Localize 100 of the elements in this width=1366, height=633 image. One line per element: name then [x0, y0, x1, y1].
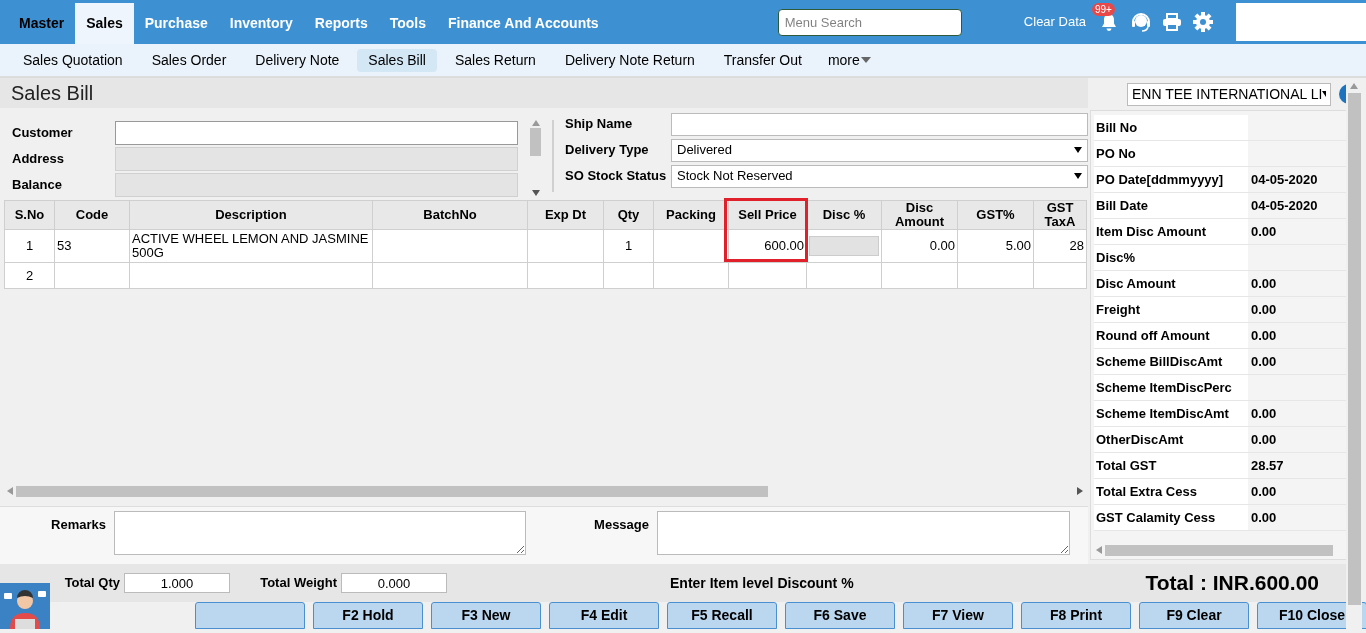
submenu-tab[interactable]: Sales Order — [140, 48, 238, 72]
menu-tab[interactable]: Sales — [75, 3, 134, 44]
submenu-tab[interactable]: Sales Return — [443, 48, 547, 72]
summary-label: Item Disc Amount — [1094, 219, 1248, 244]
notification-badge: 99+ — [1092, 3, 1115, 16]
column-header: BatchNo — [372, 200, 528, 230]
summary-label: Total GST — [1094, 453, 1248, 478]
summary-label: Freight — [1094, 297, 1248, 322]
hint-text: Enter Item level Discount % — [670, 573, 854, 593]
text-area[interactable] — [657, 511, 1070, 555]
scroll-thumb[interactable] — [530, 128, 542, 156]
bell-icon[interactable] — [1100, 13, 1118, 33]
dropdown-value: Stock Not Reserved — [677, 167, 794, 186]
summary-label: Bill No — [1094, 115, 1248, 140]
table-cell — [603, 262, 654, 289]
scroll-thumb[interactable] — [16, 485, 768, 497]
table-cell: 0.00 — [881, 229, 958, 263]
summary-value: 04-05-2020 — [1250, 196, 1318, 215]
field-label: Total Qty — [63, 574, 121, 593]
action-button[interactable]: F6 Save — [785, 602, 895, 629]
summary-value: 0.00 — [1250, 274, 1277, 293]
input-field[interactable] — [809, 236, 879, 256]
column-header: Packing — [653, 200, 729, 230]
submenu-tab[interactable]: Sales Bill — [357, 48, 437, 72]
summary-value: 0.00 — [1250, 404, 1277, 423]
dropdown-value: Delivered — [677, 141, 733, 160]
action-button[interactable]: F4 Edit — [549, 602, 659, 629]
scroll-thumb[interactable] — [1105, 544, 1333, 556]
table-cell — [1033, 262, 1087, 289]
avatar-icon[interactable] — [0, 583, 50, 629]
summary-value: 0.00 — [1250, 326, 1277, 345]
scroll-up-icon[interactable] — [1350, 83, 1358, 89]
dropdown[interactable]: Delivered — [671, 138, 1088, 162]
printer-icon[interactable] — [1162, 13, 1182, 31]
caret-icon — [1074, 147, 1082, 153]
scroll-up-icon[interactable] — [531, 120, 540, 126]
input-field[interactable] — [671, 112, 1088, 136]
action-button[interactable]: F7 View — [903, 602, 1013, 629]
field-label: SO Stock Status — [565, 167, 668, 186]
headset-icon[interactable] — [1130, 11, 1152, 33]
dropdown[interactable]: Stock Not Reserved — [671, 164, 1088, 188]
scroll-left-icon[interactable] — [7, 487, 13, 495]
summary-label: GST Calamity Cess — [1094, 505, 1248, 530]
column-header: GST% — [957, 200, 1034, 230]
input-field[interactable] — [115, 121, 518, 145]
summary-value: 0.00 — [1250, 430, 1277, 449]
scroll-left-icon[interactable] — [1096, 546, 1102, 554]
action-button[interactable]: F8 Print — [1021, 602, 1131, 629]
column-header: S.No — [4, 200, 55, 230]
caret-icon — [860, 57, 871, 63]
summary-value: 28.57 — [1250, 456, 1284, 475]
summary-label: PO No — [1094, 141, 1248, 166]
submenu-tab[interactable]: Delivery Note — [244, 48, 351, 72]
field-label: Ship Name — [565, 115, 634, 134]
submenu-tab[interactable]: Transfer Out — [712, 48, 813, 72]
company-dropdown[interactable]: ENN TEE INTERNATIONAL LI — [1127, 82, 1331, 106]
summary-label: Scheme BillDiscAmt — [1094, 349, 1248, 374]
caret-icon — [1074, 173, 1082, 179]
table-cell: 28 — [1033, 229, 1087, 263]
submenu-tab[interactable]: Delivery Note Return — [553, 48, 706, 72]
action-button[interactable]: F3 New — [431, 602, 541, 629]
input-field[interactable]: 1.000 — [124, 573, 230, 593]
dropdown-value: ENN TEE INTERNATIONAL LI — [1132, 84, 1323, 104]
action-button[interactable]: F9 Clear — [1139, 602, 1249, 629]
summary-label: Total Extra Cess — [1094, 479, 1248, 504]
summary-label: Scheme ItemDiscAmt — [1094, 401, 1248, 426]
summary-label: Disc Amount — [1094, 271, 1248, 296]
column-header: Qty — [603, 200, 654, 230]
field-label: Remarks — [50, 516, 107, 534]
column-header: Exp Dt — [527, 200, 604, 230]
input-field[interactable]: 0.000 — [341, 573, 447, 593]
caret-icon — [1322, 91, 1326, 97]
column-header: Description — [129, 200, 373, 230]
field-label: Customer — [12, 124, 74, 143]
summary-value: 04-05-2020 — [1250, 170, 1318, 189]
field-label: Address — [12, 150, 66, 169]
scroll-right-icon[interactable] — [1077, 487, 1083, 495]
summary-label: Round off Amount — [1094, 323, 1248, 348]
more-menu[interactable]: more — [827, 49, 871, 71]
text-area[interactable] — [114, 511, 526, 555]
summary-value: 0.00 — [1250, 352, 1277, 371]
submenu-tab[interactable]: Sales Quotation — [12, 48, 134, 72]
field-label: Total Weight — [259, 574, 338, 593]
summary-label: Scheme ItemDiscPerc — [1094, 375, 1248, 400]
summary-value: 0.00 — [1250, 508, 1277, 527]
menu-tab[interactable]: Master — [8, 3, 76, 44]
column-header: Disc % — [806, 200, 882, 230]
field-label: Balance — [12, 176, 63, 195]
summary-value: 0.00 — [1250, 222, 1277, 241]
scroll-thumb[interactable] — [1347, 93, 1361, 605]
action-button[interactable]: F5 Recall — [667, 602, 777, 629]
search-field[interactable]: Menu Search — [777, 9, 962, 36]
action-button[interactable]: F2 Hold — [313, 602, 423, 629]
table-cell: ACTIVE WHEEL LEMON AND JASMINE 500G — [129, 229, 373, 263]
more-label: more — [827, 50, 860, 70]
column-header: GST TaxA — [1033, 200, 1087, 230]
summary-label: OtherDiscAmt — [1094, 427, 1248, 452]
field-label: Delivery Type — [565, 141, 650, 160]
scroll-down-icon[interactable] — [531, 190, 540, 196]
action-button[interactable] — [195, 602, 305, 629]
